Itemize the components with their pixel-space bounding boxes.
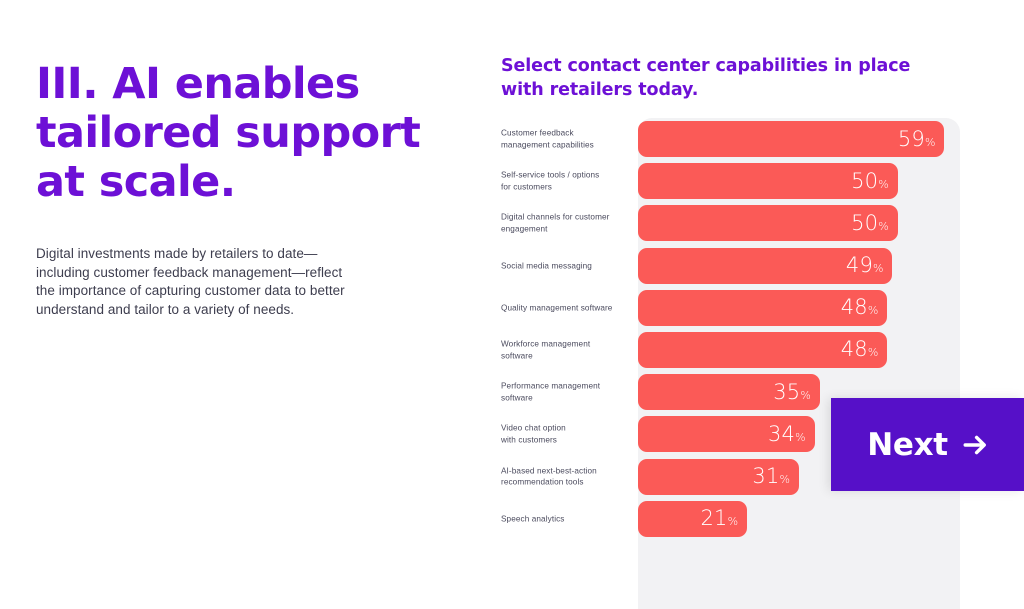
bar-value-number: 50 (851, 210, 879, 235)
bar-category-label: AI-based next-best-action recommendation… (501, 466, 597, 487)
bar-value-number: 49 (845, 253, 874, 278)
bar: 35% (638, 374, 820, 411)
percent-sign: % (727, 515, 739, 529)
bar: 34% (638, 416, 815, 453)
bar: 48% (638, 289, 888, 326)
bar-chart-row: Speech analytics 21% (501, 498, 1024, 540)
percent-sign: % (924, 135, 936, 149)
bar-track: 59% (638, 118, 1024, 160)
bar-value-number: 48 (840, 337, 868, 362)
bar-value-number: 31 (752, 464, 780, 488)
bar-category-label: Speech analytics (501, 514, 565, 524)
bar-value-number: 34 (768, 421, 796, 446)
percent-sign: % (878, 177, 889, 191)
bar-category-label: Performance management software (501, 381, 601, 403)
bar-category-label: Video chat option with customers (501, 423, 566, 445)
bar-track: 50% (638, 202, 1024, 244)
bar-value-label: 31% (752, 466, 790, 487)
next-button[interactable]: Next (831, 398, 1024, 491)
percent-sign: % (795, 430, 806, 444)
bar-value-label: 21% (700, 508, 738, 529)
bar: 31% (638, 458, 799, 495)
intro-paragraph: Digital investments made by retailers to… (36, 246, 345, 317)
bar-value-label: 34% (768, 421, 806, 446)
percent-sign: % (867, 346, 879, 360)
bar-value-label: 49% (846, 255, 884, 276)
next-button-label: Next (867, 426, 948, 463)
bar-track: 48% (638, 287, 1024, 329)
bar: 49% (638, 247, 893, 284)
bar-value-number: 35 (773, 379, 801, 404)
bar-category-label: Customer feedback management capabilitie… (501, 128, 594, 150)
bar: 50% (638, 205, 898, 242)
percent-sign: % (800, 388, 811, 402)
percent-sign: % (867, 304, 879, 318)
page-title: III. AI enables tailored support at scal… (36, 59, 421, 207)
bar-value-label: 50% (851, 210, 889, 235)
bar-track: 21% (638, 498, 1024, 540)
bar-value-label: 35% (773, 379, 811, 404)
bar-value-label: 50% (851, 168, 889, 193)
bar-value-number: 59 (897, 126, 925, 151)
bar: 50% (638, 163, 898, 200)
bar-value-label: 48% (841, 339, 879, 360)
percent-sign: % (878, 219, 889, 233)
intro-section: III. AI enables tailored support at scal… (36, 60, 436, 319)
bar-value-label: 48% (841, 297, 879, 318)
bar: 59% (638, 121, 945, 157)
bar-category-label: Social media messaging (501, 260, 592, 270)
bar-chart-row: Quality management software 48% (501, 287, 1024, 329)
bar-category-label: Workforce management software (501, 339, 591, 361)
bar-value-number: 21 (700, 506, 728, 531)
bar-value-number: 48 (840, 295, 868, 320)
bar-category-label: Digital channels for customer engagement (501, 212, 610, 234)
bar-chart-row: Social media messaging 49% (501, 245, 1024, 287)
bar-chart-row: Digital channels for customer engagement… (501, 202, 1024, 244)
percent-sign: % (779, 473, 790, 486)
bar-chart-row: Customer feedback management capabilitie… (501, 118, 1024, 160)
bar-chart-row: Workforce management software 48% (501, 329, 1024, 371)
bar-track: 48% (638, 329, 1024, 371)
bar-category-label: Self-service tools / options for custome… (501, 170, 600, 192)
bar-value-number: 50 (851, 168, 879, 193)
bar: 48% (638, 331, 888, 368)
chart-title: Select contact center capabilities in pl… (501, 56, 911, 100)
bar-chart-row: Self-service tools / options for custome… (501, 160, 1024, 202)
arrow-right-icon (962, 432, 988, 458)
bar-category-label: Quality management software (501, 303, 613, 313)
percent-sign: % (873, 262, 884, 276)
bar-value-label: 59% (897, 126, 936, 151)
bar-track: 50% (638, 160, 1024, 202)
bar: 21% (638, 500, 748, 537)
bar-track: 49% (638, 245, 1024, 287)
